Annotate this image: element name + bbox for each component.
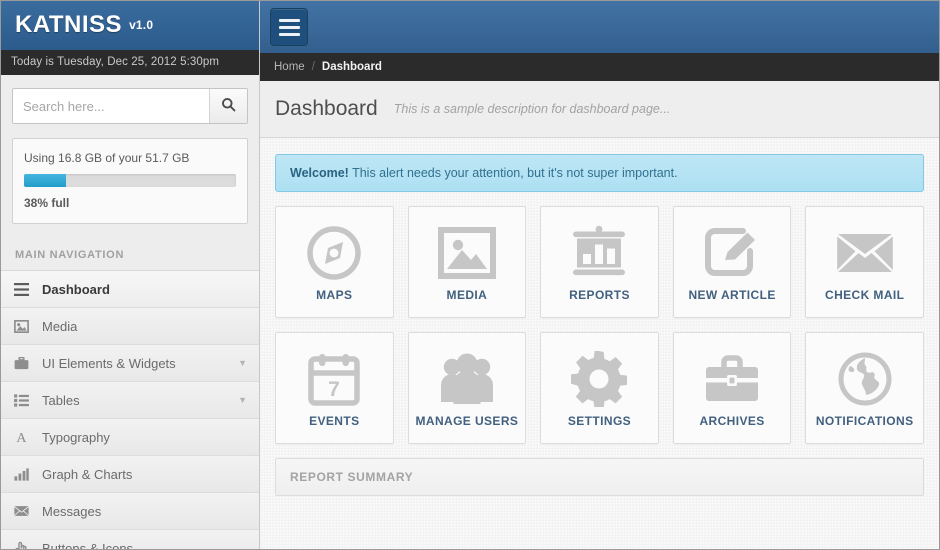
report-summary-panel: REPORT SUMMARY xyxy=(275,458,924,496)
compass-icon xyxy=(305,222,363,284)
alert-text: This alert needs your attention, but it'… xyxy=(348,166,678,180)
picture-icon xyxy=(437,222,496,284)
storage-progress-bar xyxy=(24,174,236,188)
gear-icon xyxy=(571,348,628,410)
tile-label: CHECK MAIL xyxy=(825,288,905,302)
tile-label: MEDIA xyxy=(446,288,488,302)
alert-strong-text: Welcome! xyxy=(290,166,349,180)
welcome-alert: Welcome! This alert needs your attention… xyxy=(275,154,924,192)
letter-a-icon: A xyxy=(14,430,34,444)
calendar-icon: 7 xyxy=(308,348,361,410)
tile-label: MAPS xyxy=(316,288,353,302)
tile-notifications[interactable]: NOTIFICATIONS xyxy=(805,332,924,444)
sidebar-item-label: Dashboard xyxy=(42,281,110,297)
report-summary-title: REPORT SUMMARY xyxy=(276,459,923,495)
tile-settings[interactable]: SETTINGS xyxy=(540,332,659,444)
sidebar-item-label: Buttons & Icons xyxy=(42,540,134,549)
sidebar-item-ui-elements-widgets[interactable]: UI Elements & Widgets ▼ xyxy=(1,345,259,383)
storage-percent-label: 38% full xyxy=(24,196,70,211)
envelope-icon xyxy=(14,505,34,517)
breadcrumb-separator: / xyxy=(311,61,315,73)
current-date-text: Today is Tuesday, Dec 25, 2012 5:30pm xyxy=(11,56,220,69)
brand-header[interactable]: KATNISS v1.0 xyxy=(1,1,259,50)
sidebar-item-label: Messages xyxy=(42,503,102,519)
search-input[interactable] xyxy=(13,89,209,124)
list-lines-icon xyxy=(14,282,34,296)
tile-events[interactable]: 7 EVENTS xyxy=(275,332,394,444)
chevron-down-icon: ▼ xyxy=(238,358,247,369)
tile-label: NEW ARTICLE xyxy=(688,288,776,302)
tile-label: EVENTS xyxy=(309,414,360,428)
page-description: This is a sample description for dashboa… xyxy=(393,102,671,116)
sidebar-item-label: UI Elements & Widgets xyxy=(42,355,176,371)
tile-label: NOTIFICATIONS xyxy=(815,414,914,428)
sidebar-item-buttons-icons[interactable]: Buttons & Icons xyxy=(1,530,259,549)
sidebar-item-label: Media xyxy=(42,318,78,334)
tile-label: SETTINGS xyxy=(567,414,632,428)
tile-check-mail[interactable]: CHECK MAIL xyxy=(805,206,924,318)
search-button[interactable] xyxy=(209,89,247,124)
tile-reports[interactable]: REPORTS xyxy=(540,206,659,318)
storage-progress-fill xyxy=(24,174,67,188)
sidebar-item-label: Tables xyxy=(42,392,80,408)
tile-label: MANAGE USERS xyxy=(415,414,519,428)
menu-toggle-button[interactable] xyxy=(270,8,308,46)
svg-text:A: A xyxy=(16,431,27,444)
sidebar-item-tables[interactable]: Tables ▼ xyxy=(1,382,259,420)
shortcut-tile-grid: MAPS MEDIA REPORTS NEW ARTICLE CHECK MAIL 7 EV… xyxy=(275,206,924,444)
briefcase-icon xyxy=(703,348,761,410)
tile-manage-users[interactable]: MANAGE USERS xyxy=(407,332,527,444)
search-zone xyxy=(1,75,259,137)
hand-pointer-icon xyxy=(14,541,34,549)
nav-section-heading: MAIN NAVIGATION xyxy=(1,240,259,272)
sidebar-item-dashboard[interactable]: Dashboard xyxy=(1,271,259,309)
storage-usage-text: Using 16.8 GB of your 51.7 GB xyxy=(24,151,190,166)
presentation-chart-icon xyxy=(570,222,628,284)
main-area: Home / Dashboard Dashboard This is a sam… xyxy=(260,1,939,549)
svg-text:7: 7 xyxy=(328,378,340,401)
storage-widget: Using 16.8 GB of your 51.7 GB 38% full xyxy=(12,138,248,225)
page-header: Dashboard This is a sample description f… xyxy=(260,81,939,138)
tile-label: ARCHIVES xyxy=(699,414,765,428)
sidebar-item-typography[interactable]: A Typography xyxy=(1,419,259,457)
tile-maps[interactable]: MAPS xyxy=(275,206,394,318)
hamburger-icon-line xyxy=(278,18,300,22)
sidebar: KATNISS v1.0 Today is Tuesday, Dec 25, 2… xyxy=(1,1,260,549)
picture-icon xyxy=(14,319,34,333)
envelope-icon xyxy=(836,222,894,284)
breadcrumb-item-dashboard: Dashboard xyxy=(321,61,382,73)
sidebar-item-label: Graph & Charts xyxy=(42,466,133,482)
users-group-icon xyxy=(438,348,496,410)
chevron-down-icon: ▼ xyxy=(238,395,247,406)
app-window: KATNISS v1.0 Today is Tuesday, Dec 25, 2… xyxy=(0,0,940,550)
search-box xyxy=(12,88,248,125)
tile-label: REPORTS xyxy=(569,288,630,302)
tile-new-article[interactable]: NEW ARTICLE xyxy=(672,206,792,318)
hamburger-icon-line xyxy=(278,32,300,36)
main-navigation: Dashboard Media UI Elements & Widgets ▼ Tabl… xyxy=(1,271,259,549)
brand-name: KATNISS xyxy=(15,11,123,39)
brand-version: v1.0 xyxy=(129,17,154,32)
hamburger-icon-line xyxy=(278,25,300,29)
sidebar-item-graph-charts[interactable]: Graph & Charts xyxy=(1,456,259,494)
globe-icon xyxy=(836,348,894,410)
top-bar xyxy=(260,1,939,53)
breadcrumb-item-home[interactable]: Home xyxy=(274,61,305,73)
content-area: Welcome! This alert needs your attention… xyxy=(260,138,939,549)
sidebar-item-label: Typography xyxy=(42,429,110,445)
current-date-bar: Today is Tuesday, Dec 25, 2012 5:30pm xyxy=(1,49,259,76)
table-list-icon xyxy=(14,394,34,407)
page-title: Dashboard xyxy=(275,97,378,120)
search-icon xyxy=(221,97,236,115)
briefcase-icon xyxy=(14,356,34,370)
sidebar-item-messages[interactable]: Messages xyxy=(1,493,259,531)
sidebar-item-media[interactable]: Media xyxy=(1,308,259,346)
tile-media[interactable]: MEDIA xyxy=(407,206,527,318)
bar-chart-icon xyxy=(14,468,34,481)
breadcrumb: Home / Dashboard xyxy=(260,53,939,81)
tile-archives[interactable]: ARCHIVES xyxy=(672,332,792,444)
edit-pencil-square-icon xyxy=(703,222,761,284)
